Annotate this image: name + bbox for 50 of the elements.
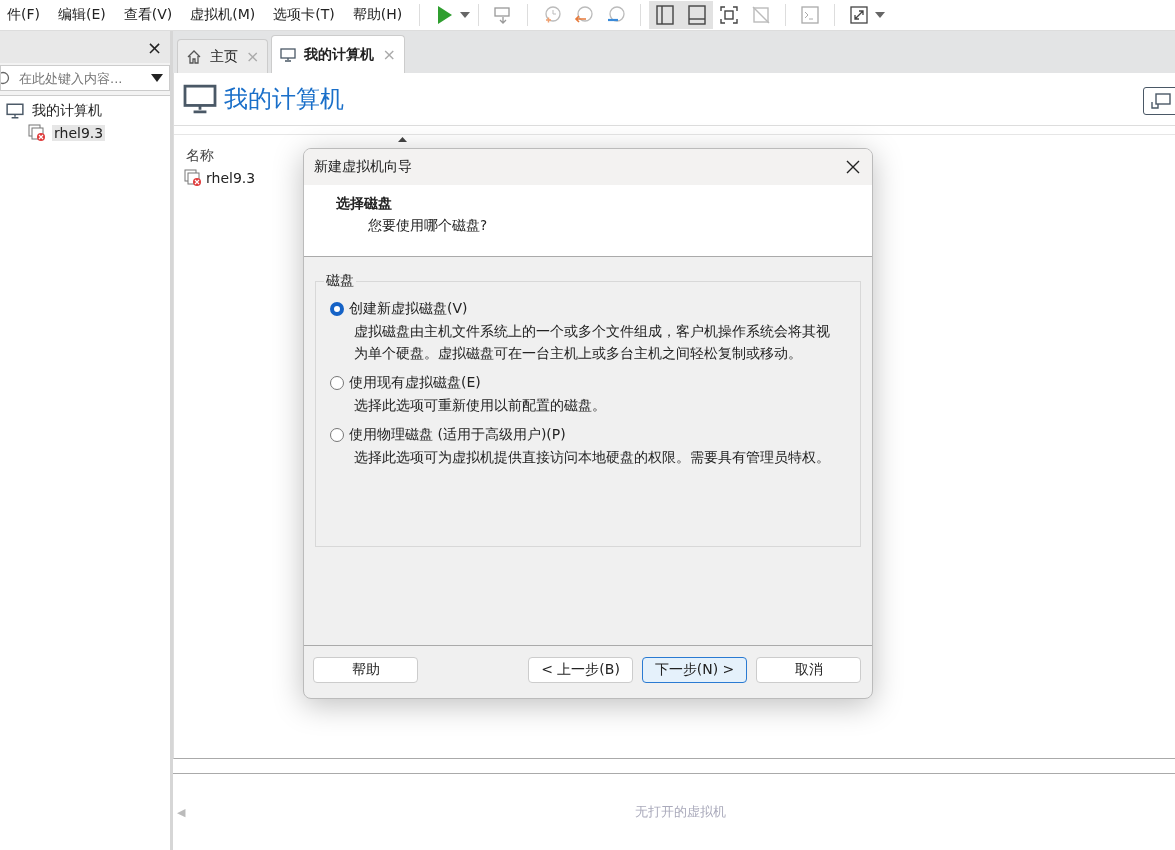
caret-icon[interactable] xyxy=(875,12,886,18)
option-label[interactable]: 使用物理磁盘 (适用于高级用户)(P) xyxy=(349,426,566,444)
vm-error-icon xyxy=(184,169,202,187)
search-box[interactable]: 在此处键入内容... xyxy=(0,65,170,91)
radio-button[interactable] xyxy=(330,376,344,390)
computer-icon xyxy=(182,84,218,114)
option-description: 选择此选项可重新使用以前配置的磁盘。 xyxy=(353,396,607,415)
page-title: 我的计算机 xyxy=(224,84,344,115)
close-icon[interactable] xyxy=(846,160,860,174)
option-label[interactable]: 创建新虚拟磁盘(V) xyxy=(349,300,468,318)
radio-button[interactable] xyxy=(330,428,344,442)
step-heading: 选择磁盘 xyxy=(336,195,393,213)
option-description: 选择此选项可为虚拟机提供直接访问本地硬盘的权限。需要具有管理员特权。 xyxy=(353,448,831,467)
vm-error-icon xyxy=(28,124,46,142)
option-description: 虚拟磁盘由主机文件系统上的一个或多个文件组成，客户机操作系统会将其视为单个硬盘。虚拟磁盘可在一台主机上或多台主机之间轻松复制或移动。 xyxy=(353,322,831,363)
sort-arrow-icon xyxy=(398,137,407,142)
dialog-button[interactable]: 下一步(N) > xyxy=(642,657,747,683)
column-header[interactable]: 名称 xyxy=(186,147,214,165)
dropdown-caret-icon[interactable] xyxy=(151,74,163,82)
menu-item[interactable]: 查看(V) xyxy=(114,6,182,24)
search-icon xyxy=(1,71,11,85)
computer-icon xyxy=(280,47,297,62)
tab[interactable]: 我的计算机 × xyxy=(271,35,405,73)
group-label: 磁盘 xyxy=(324,272,356,290)
bottom-panel-layout-icon[interactable] xyxy=(681,1,714,29)
caret-icon[interactable] xyxy=(460,12,471,18)
empty-message: 无打开的虚拟机 xyxy=(633,803,727,821)
restore-button[interactable] xyxy=(1143,87,1175,115)
dialog-button[interactable]: 取消 xyxy=(756,657,861,683)
computer-icon xyxy=(6,103,24,119)
sidebar-layout-icon[interactable] xyxy=(649,1,682,29)
tree-item[interactable]: rhel9.3 xyxy=(52,125,106,141)
menu-item[interactable]: 编辑(E) xyxy=(49,6,115,24)
tab[interactable]: 主页 × xyxy=(177,39,269,73)
menu-item[interactable]: 选项卡(T) xyxy=(264,6,344,24)
restore-icon xyxy=(1150,93,1172,109)
dialog-button[interactable]: < 上一步(B) xyxy=(528,657,633,683)
menu-item[interactable]: 件(F) xyxy=(0,6,49,24)
menu-item[interactable]: 虚拟机(M) xyxy=(181,6,265,24)
close-button[interactable]: × xyxy=(146,36,162,58)
dialog-button[interactable]: 帮助 xyxy=(313,657,418,683)
dialog-title: 新建虚拟机向导 xyxy=(314,158,412,176)
home-icon xyxy=(186,48,202,65)
search-field[interactable]: 在此处键入内容... xyxy=(17,69,145,87)
option-label[interactable]: 使用现有虚拟磁盘(E) xyxy=(349,374,481,392)
menu-item[interactable]: 帮助(H) xyxy=(343,6,412,24)
table-cell[interactable]: rhel9.3 xyxy=(206,170,256,186)
radio-button[interactable] xyxy=(330,302,344,316)
step-subheading: 您要使用哪个磁盘? xyxy=(367,217,489,235)
tree-item[interactable]: 我的计算机 xyxy=(30,102,104,120)
